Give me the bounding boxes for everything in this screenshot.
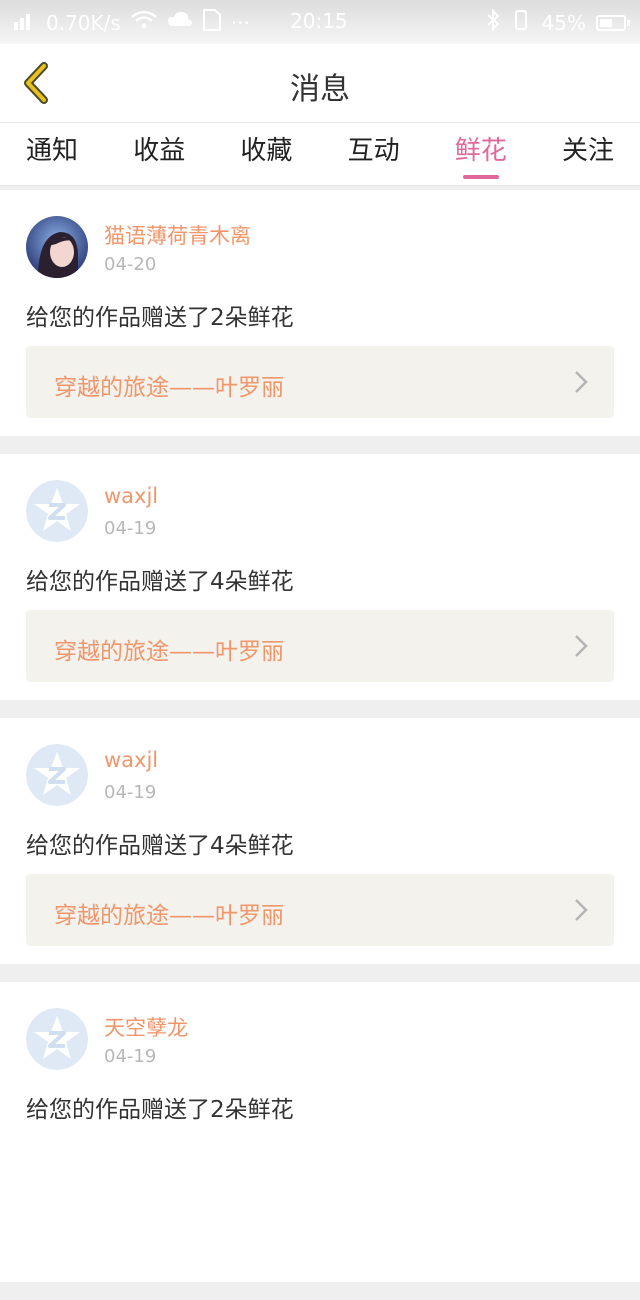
avatar[interactable] <box>26 216 88 278</box>
more-dots-icon: ··· <box>230 10 250 35</box>
clock: 20:15 <box>290 9 348 33</box>
avatar[interactable] <box>26 744 88 806</box>
signal-icon <box>14 10 36 35</box>
list-item: waxjl 04-19 给您的作品赠送了4朵鲜花 穿越的旅途——叶罗丽 <box>0 718 640 964</box>
message-text: 给您的作品赠送了4朵鲜花 <box>26 833 294 859</box>
default-avatar-icon <box>26 1008 88 1070</box>
work-link[interactable]: 穿越的旅途——叶罗丽 <box>26 610 614 682</box>
category-tabs: 通知 收益 收藏 互动 鲜花 关注 <box>0 122 640 186</box>
page-title: 消息 <box>290 72 350 107</box>
chevron-right-icon <box>575 371 588 393</box>
flower-message-list: 猫语薄荷青木离 04-20 给您的作品赠送了2朵鲜花 穿越的旅途——叶罗丽 wa… <box>0 190 640 1300</box>
status-bar: 0.70K/s ··· 20:15 45% <box>0 0 640 44</box>
vibrate-icon <box>510 9 532 36</box>
tab-notifications[interactable]: 通知 <box>26 123 78 185</box>
message-date: 04-19 <box>104 518 157 539</box>
default-avatar-icon <box>26 480 88 542</box>
avatar[interactable] <box>26 480 88 542</box>
photo-avatar-icon <box>26 216 88 278</box>
top-app-bar: 消息 <box>0 44 640 122</box>
battery-percent: 45% <box>541 10 586 35</box>
message-date: 04-19 <box>104 1046 157 1067</box>
tab-follows[interactable]: 关注 <box>562 123 614 185</box>
battery-icon <box>596 14 630 31</box>
sender-name[interactable]: 天空孽龙 <box>104 1012 188 1042</box>
bluetooth-icon <box>486 8 500 36</box>
sender-name[interactable]: waxjl <box>104 748 158 772</box>
message-text: 给您的作品赠送了4朵鲜花 <box>26 569 294 595</box>
work-link[interactable]: 穿越的旅途——叶罗丽 <box>26 346 614 418</box>
message-date: 04-20 <box>104 254 157 275</box>
tab-flowers[interactable]: 鲜花 <box>455 123 507 185</box>
tab-interactions[interactable]: 互动 <box>348 123 400 185</box>
work-link[interactable]: 穿越的旅途——叶罗丽 <box>26 874 614 946</box>
list-item: 猫语薄荷青木离 04-20 给您的作品赠送了2朵鲜花 穿越的旅途——叶罗丽 <box>0 190 640 436</box>
network-speed: 0.70K/s <box>46 10 121 35</box>
message-date: 04-19 <box>104 782 157 803</box>
chevron-right-icon <box>575 899 588 921</box>
message-text: 给您的作品赠送了2朵鲜花 <box>26 305 294 331</box>
message-text: 给您的作品赠送了2朵鲜花 <box>26 1097 294 1123</box>
chevron-right-icon <box>575 635 588 657</box>
avatar[interactable] <box>26 1008 88 1070</box>
wifi-icon <box>131 10 157 35</box>
cloud-icon <box>167 10 193 35</box>
list-item: waxjl 04-19 给您的作品赠送了4朵鲜花 穿越的旅途——叶罗丽 <box>0 454 640 700</box>
tab-favorites[interactable]: 收藏 <box>240 123 292 185</box>
sim-card-icon <box>202 9 221 36</box>
sender-name[interactable]: waxjl <box>104 484 158 508</box>
default-avatar-icon <box>26 744 88 806</box>
sender-name[interactable]: 猫语薄荷青木离 <box>104 220 251 250</box>
work-title: 穿越的旅途——叶罗丽 <box>54 639 284 665</box>
work-title: 穿越的旅途——叶罗丽 <box>54 903 284 929</box>
work-title: 穿越的旅途——叶罗丽 <box>54 375 284 401</box>
list-item: 天空孽龙 04-19 给您的作品赠送了2朵鲜花 <box>0 982 640 1282</box>
tab-earnings[interactable]: 收益 <box>133 123 185 185</box>
